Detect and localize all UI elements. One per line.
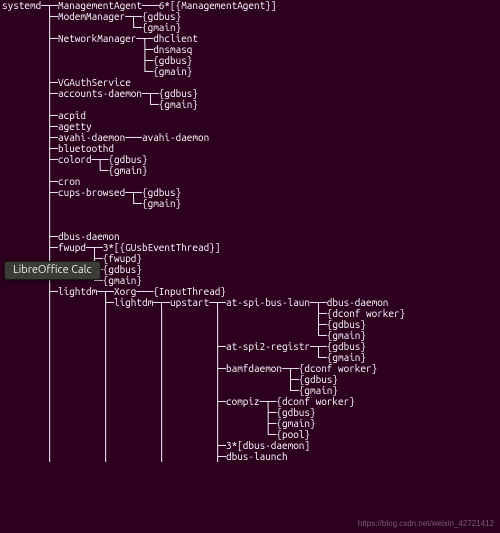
pstree-output: systemd─┬─ManagementAgent───6*[{Manageme…	[0, 0, 500, 462]
csdn-watermark: https://blog.csdn.net/weixin_42721412	[358, 518, 494, 529]
taskbar-tooltip-libreoffice-calc: LibreOffice Calc	[4, 261, 101, 280]
